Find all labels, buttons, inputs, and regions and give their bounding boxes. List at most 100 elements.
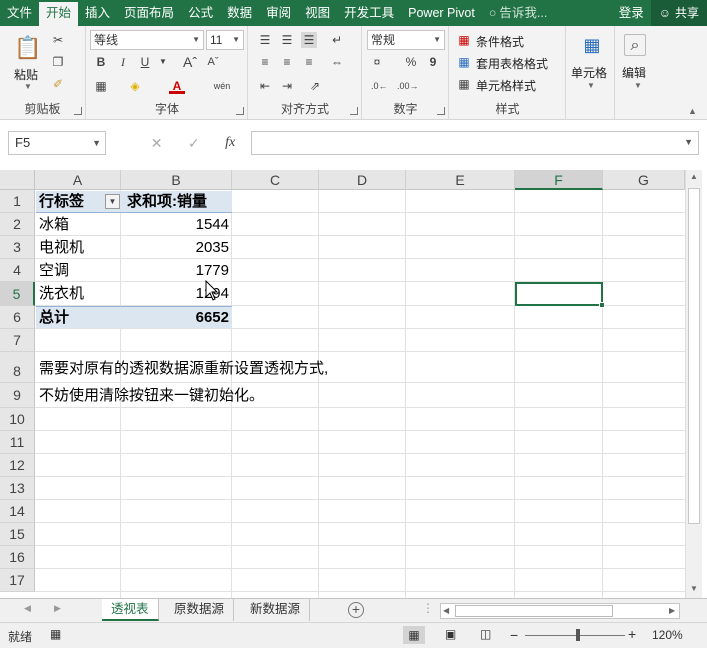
row-header-4[interactable]: 4 xyxy=(0,259,35,282)
currency-icon[interactable]: ¤ xyxy=(369,54,385,70)
align-left-icon[interactable]: ≡ xyxy=(257,54,273,70)
login-link[interactable]: 登录 xyxy=(612,0,651,26)
conditional-format-button[interactable]: 条件格式 xyxy=(476,33,524,50)
insert-function-button[interactable]: fx xyxy=(225,135,235,151)
search-icon[interactable]: ⌕ xyxy=(624,34,646,56)
row-header-1[interactable]: 1 xyxy=(0,190,35,213)
borders-icon[interactable]: ▦ xyxy=(93,78,109,94)
row-header-11[interactable]: 11 xyxy=(0,431,35,454)
sheet-tab-source[interactable]: 原数据源 xyxy=(165,599,235,621)
row-header-12[interactable]: 12 xyxy=(0,454,35,477)
tab-home[interactable]: 开始 xyxy=(39,2,79,26)
align-top-icon[interactable]: ☰ xyxy=(257,32,273,48)
tab-page-layout[interactable]: 页面布局 xyxy=(117,0,181,26)
fill-color-icon[interactable]: ◈ xyxy=(127,78,143,94)
align-center-icon[interactable]: ≡ xyxy=(279,54,295,70)
add-sheet-button[interactable]: + xyxy=(348,602,364,618)
pivot-total-value[interactable]: 6652 xyxy=(122,307,229,329)
align-bottom-icon[interactable]: ☰ xyxy=(301,32,317,48)
pivot-item-name[interactable]: 电视机 xyxy=(39,237,84,259)
scroll-down-icon[interactable]: ▼ xyxy=(690,584,698,593)
page-break-view-icon[interactable]: ◫ xyxy=(480,627,491,641)
normal-view-icon[interactable]: ▦ xyxy=(403,626,425,644)
font-launcher-icon[interactable] xyxy=(236,107,244,115)
share-button[interactable]: ☺ 共享 xyxy=(650,0,707,26)
font-color-button[interactable]: A xyxy=(169,78,185,94)
column-header-f[interactable]: F xyxy=(515,170,603,190)
row-header-10[interactable]: 10 xyxy=(0,408,35,431)
percent-button[interactable]: % xyxy=(403,54,419,70)
tell-me-box[interactable]: ○ 告诉我... xyxy=(482,0,554,26)
pivot-item-value[interactable]: 2035 xyxy=(122,237,229,259)
tab-view[interactable]: 视图 xyxy=(298,0,337,26)
decrease-decimal-icon[interactable]: .00→ xyxy=(397,78,419,94)
increase-indent-icon[interactable]: ⇥ xyxy=(279,78,295,94)
tab-developer[interactable]: 开发工具 xyxy=(337,0,401,26)
column-header-g[interactable]: G xyxy=(603,170,685,190)
pivot-item-value[interactable]: 1779 xyxy=(122,260,229,282)
row-header-6[interactable]: 6 xyxy=(0,306,35,329)
prev-sheet-icon[interactable]: ◀ xyxy=(24,603,31,614)
tab-file[interactable]: 文件 xyxy=(0,0,39,26)
pivot-total-label[interactable]: 总计 xyxy=(39,307,69,329)
row-header-8[interactable]: 8 xyxy=(0,352,35,383)
align-right-icon[interactable]: ≡ xyxy=(301,54,317,70)
font-size-select[interactable]: 11 ▼ xyxy=(206,30,244,50)
cancel-icon[interactable]: ✕ xyxy=(151,135,163,152)
formula-input[interactable]: ▼ xyxy=(251,131,699,155)
sheet-tab-new-source[interactable]: 新数据源 xyxy=(241,599,311,621)
paste-label[interactable]: 粘贴 xyxy=(14,66,38,83)
cells-button[interactable]: 单元格 xyxy=(571,64,607,81)
expand-formula-icon[interactable]: ▼ xyxy=(684,137,693,147)
column-header-e[interactable]: E xyxy=(406,170,515,190)
pivot-row-label-header[interactable]: 行标签 xyxy=(39,191,84,213)
copy-icon[interactable]: ❐ xyxy=(50,54,66,70)
row-header-13[interactable]: 13 xyxy=(0,477,35,500)
page-layout-view-icon[interactable]: ▣ xyxy=(445,627,456,641)
zoom-slider-handle[interactable] xyxy=(576,629,580,641)
enter-icon[interactable]: ✓ xyxy=(188,135,200,152)
row-header-9[interactable]: 9 xyxy=(0,383,35,408)
row-header-15[interactable]: 15 xyxy=(0,523,35,546)
note-text-line-2[interactable]: 不妨使用清除按钮来一键初始化。 xyxy=(39,385,264,407)
underline-dropdown-icon[interactable]: ▼ xyxy=(155,54,171,70)
row-header-14[interactable]: 14 xyxy=(0,500,35,523)
phonetic-button[interactable]: wén xyxy=(211,78,233,94)
pivot-item-value[interactable]: 1544 xyxy=(122,214,229,236)
increase-font-icon[interactable]: Aˆ xyxy=(182,54,198,70)
column-header-b[interactable]: B xyxy=(121,170,232,190)
horizontal-scroll-thumb[interactable] xyxy=(455,605,613,617)
decrease-indent-icon[interactable]: ⇤ xyxy=(257,78,273,94)
comma-style-button[interactable]: 9 xyxy=(425,54,441,70)
cut-icon[interactable]: ✂ xyxy=(50,32,66,48)
horizontal-scrollbar[interactable]: ◀ ▶ xyxy=(440,603,680,619)
tab-formulas[interactable]: 公式 xyxy=(181,0,220,26)
number-launcher-icon[interactable] xyxy=(437,107,445,115)
row-header-2[interactable]: 2 xyxy=(0,213,35,236)
clipboard-launcher-icon[interactable] xyxy=(74,107,82,115)
vertical-scroll-thumb[interactable] xyxy=(688,188,700,524)
next-sheet-icon[interactable]: ▶ xyxy=(54,603,61,614)
cell-styles-button[interactable]: 单元格样式 xyxy=(476,77,536,94)
align-middle-icon[interactable]: ☰ xyxy=(279,32,295,48)
format-painter-icon[interactable]: ✐ xyxy=(50,76,66,92)
alignment-launcher-icon[interactable] xyxy=(350,107,358,115)
row-header-7[interactable]: 7 xyxy=(0,329,35,352)
pivot-item-name[interactable]: 冰箱 xyxy=(39,214,69,236)
name-box[interactable]: F5 ▼ xyxy=(8,131,106,155)
filter-dropdown-icon[interactable]: ▼ xyxy=(105,194,120,209)
paste-icon[interactable]: 📋 xyxy=(14,34,41,62)
italic-button[interactable]: I xyxy=(115,54,131,70)
pivot-item-name[interactable]: 空调 xyxy=(39,260,69,282)
column-header-c[interactable]: C xyxy=(232,170,319,190)
column-header-d[interactable]: D xyxy=(319,170,406,190)
macro-record-icon[interactable]: ▦ xyxy=(50,627,61,641)
row-header-3[interactable]: 3 xyxy=(0,236,35,259)
font-name-select[interactable]: 等线 ▼ xyxy=(90,30,204,50)
tab-review[interactable]: 审阅 xyxy=(259,0,298,26)
pivot-value-header[interactable]: 求和项:销量 xyxy=(127,191,207,213)
sheet-tab-pivot[interactable]: 透视表 xyxy=(102,599,159,621)
collapse-ribbon-icon[interactable]: ▲ xyxy=(688,106,697,116)
underline-button[interactable]: U xyxy=(137,54,153,70)
selected-cell-f5[interactable] xyxy=(515,282,605,308)
